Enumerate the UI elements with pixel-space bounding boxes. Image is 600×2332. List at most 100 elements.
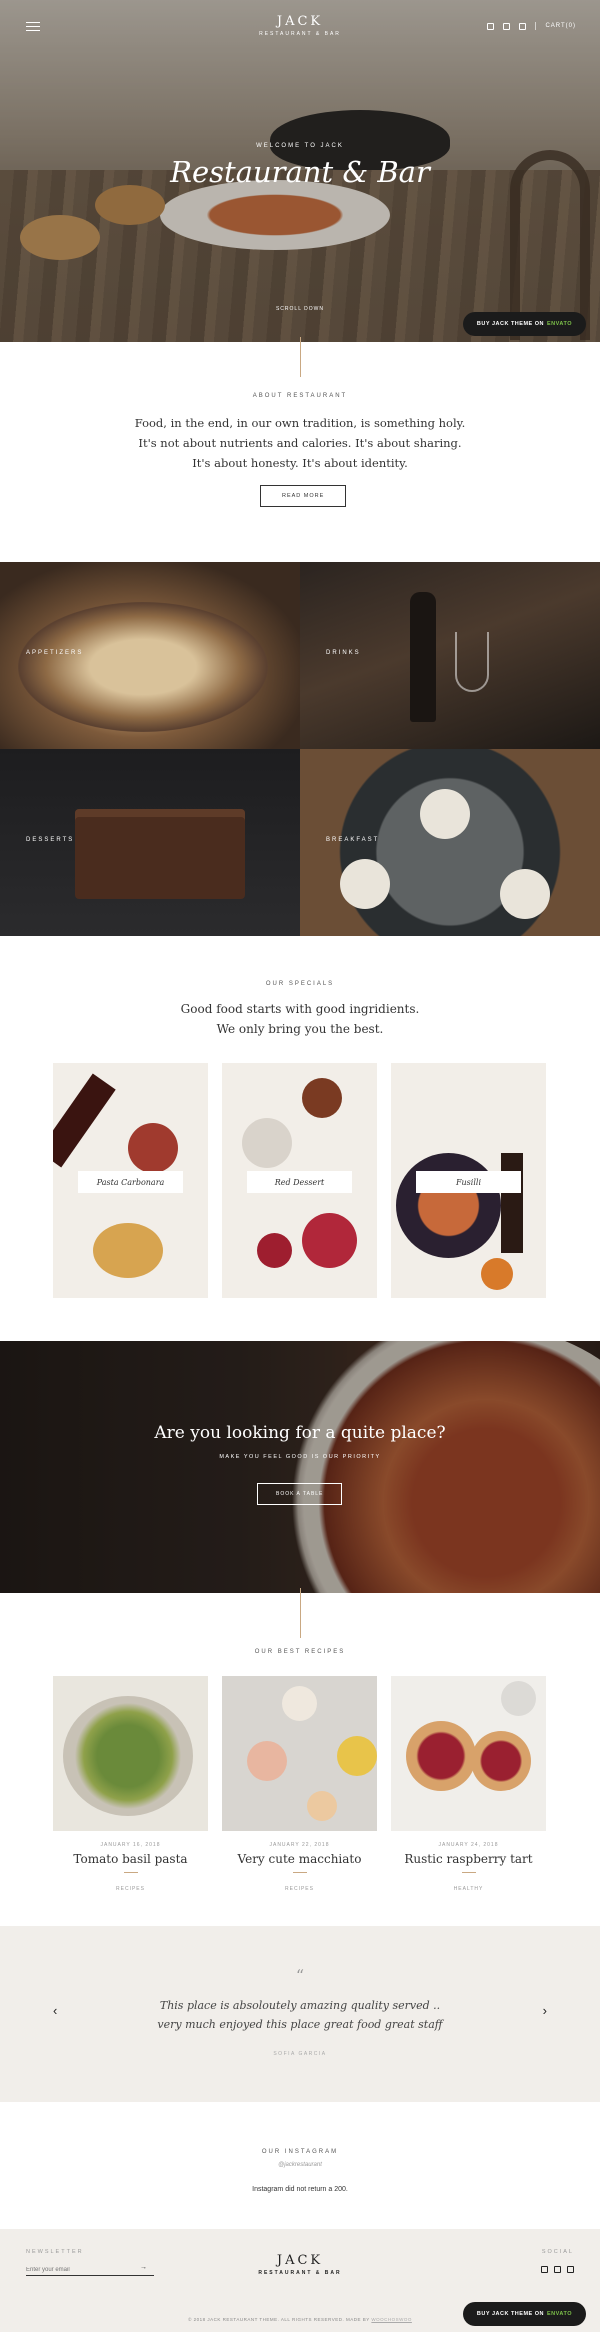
testimonial-text: This place is absoloutely amazing qualit… [157,1999,443,2031]
buy-theme-label: BUY JACK THEME ON [476,321,544,327]
recipe-card[interactable]: JANUARY 24, 2018 Rustic raspberry tart H… [391,1676,546,1892]
quote-icon: “ [295,1966,305,1985]
menu-tile-label: BREAKFAST [326,837,380,843]
pomegranate-image [257,1233,292,1268]
section-label: OUR INSTAGRAM [261,2149,339,2155]
macaron-image [247,1741,287,1781]
menu-tile-label: DESSERTS [26,837,75,843]
chevron-right-icon[interactable]: › [543,2003,547,2018]
instagram-handle[interactable]: @jackrestaurant [0,2162,600,2168]
top-navigation: JACK RESTAURANT & BAR CART(0) [0,0,600,50]
wine-bottle-image [410,592,436,722]
plate-image [340,859,390,909]
book-table-button[interactable]: BOOK A TABLE [257,1483,343,1505]
plate-image [420,789,470,839]
fusilli-plate-image [396,1153,501,1258]
divider [461,1872,476,1873]
menu-tile-label: DRINKS [326,650,361,656]
section-label: OUR BEST RECIPES [254,1649,346,1655]
divider [123,1872,138,1873]
special-name: Fusilli [416,1171,521,1193]
recipe-card[interactable]: JANUARY 16, 2018 Tomato basil pasta RECI… [53,1676,208,1892]
header-actions: CART(0) [487,22,576,30]
author-link[interactable]: WOOCHOSWOO [371,2317,412,2322]
site-footer: NEWSLETTER → JACK RESTAURANT & BAR SOCIA… [0,2229,600,2332]
special-name: Red Dessert [247,1171,352,1193]
pinterest-icon[interactable] [519,22,527,30]
wine-glass-image [455,632,489,692]
hero-heading: WELCOME TO JACK Restaurant & Bar [0,143,600,189]
recipe-date: JANUARY 16, 2018 [100,1842,161,1848]
menu-tile-desserts[interactable]: DESSERTS [0,749,300,936]
tagline-line: Good food starts with good ingridients. [180,1002,420,1016]
divider-line [300,337,301,377]
macaron-image [307,1791,337,1821]
facebook-icon[interactable] [487,22,495,30]
social-label: SOCIAL [541,2249,574,2255]
tart-image [406,1721,476,1791]
banner-title: Are you looking for a quite place? [154,1423,446,1443]
wine-bottle-image [501,1153,523,1253]
banner-overlay [0,1341,600,1593]
social-icons [541,2266,574,2273]
hero-kicker: WELCOME TO JACK [256,143,344,149]
wine-bottle-image [53,1073,116,1168]
cart-link[interactable]: CART(0) [545,23,576,29]
testimonial-section: ‹ “ This place is absoloutely amazing qu… [0,1926,600,2102]
recipe-card[interactable]: JANUARY 22, 2018 Very cute macchiato REC… [222,1676,377,1892]
about-text: Food, in the end, in our own tradition, … [134,416,466,470]
menu-tile-drinks[interactable]: DRINKS [300,562,600,749]
recipe-title[interactable]: Tomato basil pasta [53,1852,208,1866]
instagram-icon[interactable] [503,22,511,30]
fig-image [128,1123,178,1173]
chevron-left-icon[interactable]: ‹ [53,2003,57,2018]
tagline-line: We only bring you the best. [216,1022,384,1036]
tart-image [471,1731,531,1791]
special-card[interactable]: Fusilli [391,1063,546,1298]
recipe-category[interactable]: RECIPES [222,1886,377,1892]
plate-image [500,869,550,919]
instagram-section: OUR INSTAGRAM @jackrestaurant Instagram … [0,2102,600,2229]
read-more-button[interactable]: READ MORE [260,485,347,507]
recipe-date: JANUARY 22, 2018 [269,1842,330,1848]
copyright-text: © 2018 JACK RESTAURANT THEME. ALL RIGHTS… [188,2317,370,2322]
market-name: ENVATO [546,321,572,327]
specials-section: OUR SPECIALS Good food starts with good … [0,936,600,1341]
special-card[interactable]: Pasta Carbonara [53,1063,208,1298]
menu-category-grid: APPETIZERS DRINKS DESSERTS BREAKFAST [0,562,600,936]
pumpkin-image [481,1258,513,1290]
testimonial-author: SOFIA GARCIA [273,2051,327,2057]
menu-tile-breakfast[interactable]: BREAKFAST [300,749,600,936]
recipe-category[interactable]: HEALTHY [391,1886,546,1892]
macaron-image [337,1736,377,1776]
brownie-image [75,809,245,899]
facebook-icon[interactable] [541,2266,548,2273]
menu-tile-appetizers[interactable]: APPETIZERS [0,562,300,749]
recipe-title[interactable]: Very cute macchiato [222,1852,377,1866]
divider [292,1872,307,1873]
bowl-image [302,1078,342,1118]
market-name: ENVATO [546,2311,572,2317]
banner-subtitle: MAKE YOU FEEL GOOD IS OUR PRIORITY [219,1454,381,1460]
appetizers-image [18,602,268,732]
pinterest-icon[interactable] [567,2266,574,2273]
recipe-image [391,1676,546,1831]
instagram-error: Instagram did not return a 200. [252,2186,348,2193]
special-card[interactable]: Red Dessert [222,1063,377,1298]
reservation-banner: Are you looking for a quite place? MAKE … [0,1341,600,1593]
divider-line [300,1588,301,1638]
recipe-title[interactable]: Rustic raspberry tart [391,1852,546,1866]
brand-name: JACK [276,2253,324,2268]
plate-image [242,1118,292,1168]
pasta-image [63,1696,193,1816]
recipe-category[interactable]: RECIPES [53,1886,208,1892]
footer-logo[interactable]: JACK RESTAURANT & BAR [0,2253,600,2276]
divider [535,22,537,30]
brand-subtitle: RESTAURANT & BAR [259,31,341,37]
hero-title: Restaurant & Bar [170,155,430,189]
buy-theme-button[interactable]: BUY JACK THEME ON ENVATO [462,2302,586,2326]
special-name: Pasta Carbonara [78,1171,183,1193]
instagram-icon[interactable] [554,2266,561,2273]
buy-theme-button[interactable]: BUY JACK THEME ON ENVATO [462,312,586,336]
hero-section: JACK RESTAURANT & BAR CART(0) WELCOME TO… [0,0,600,342]
